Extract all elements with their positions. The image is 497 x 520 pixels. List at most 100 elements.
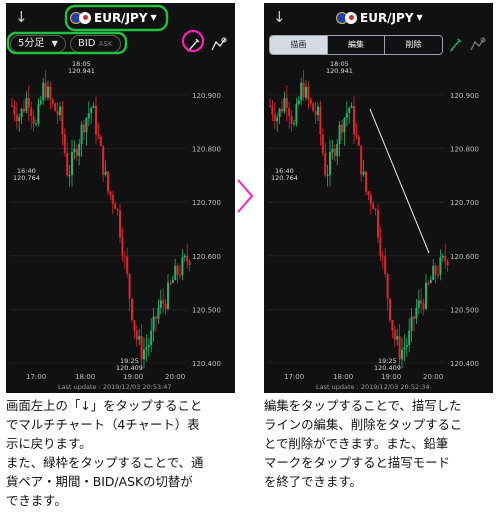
candle-body: [341, 124, 343, 133]
candle-body: [273, 114, 276, 122]
candle-body: [365, 171, 367, 192]
candle-body: [317, 106, 319, 116]
candle-body: [408, 330, 411, 345]
candle-body: [307, 86, 310, 100]
currency-pair-selector[interactable]: EUR/JPY ▼: [336, 8, 423, 27]
candle-body: [367, 191, 370, 195]
candle-body: [434, 265, 437, 275]
chart-canvas: 120.900 120.800 120.700 120.600 120.500 120.4…: [268, 60, 479, 391]
dropdown-caret-icon: ▼: [416, 13, 423, 22]
candle-body: [278, 108, 281, 118]
candle-body: [389, 298, 391, 321]
candle-body: [326, 174, 329, 176]
candle-body: [350, 105, 353, 108]
low2-price-label: 120.409: [374, 364, 401, 372]
top-bar: ↓ EUR/JPY ▼: [264, 3, 493, 33]
candle-body: [309, 99, 312, 104]
x-tick-label: 18:00: [333, 373, 353, 381]
candle-body: [369, 194, 372, 204]
candle-body: [319, 106, 322, 135]
y-tick-label: 120.700: [450, 199, 479, 207]
right-caption: 編集をタップすることで、描写した ラインの編集、削除をタップするこ とで削除がで…: [264, 398, 463, 489]
candle-body: [355, 134, 358, 137]
candle-body: [415, 307, 418, 319]
candle-body: [439, 257, 442, 275]
left-caption: 画面左上の「↓」をタップすること でマルチチャート（4チャート）表 示に戻ります…: [6, 398, 204, 508]
candle-body: [276, 117, 279, 122]
right-screenshot: ↓ EUR/JPY ▼ 描画 編集 削除 120.900 120.800 120.7…: [264, 3, 493, 393]
candle-body: [285, 97, 288, 108]
candle-body: [425, 282, 427, 309]
candle-body: [295, 103, 298, 124]
candle-body: [405, 344, 408, 348]
candle-body: [338, 124, 341, 144]
candle-body: [396, 336, 399, 340]
candle-body: [305, 86, 307, 98]
candle-body: [429, 279, 432, 284]
x-tick-label: 19:00: [381, 373, 401, 381]
y-tick-label: 120.400: [450, 360, 479, 368]
candle-body: [290, 115, 293, 125]
candle-body: [336, 143, 339, 157]
currency-pair-label: EUR/JPY: [360, 10, 414, 25]
y-tick-label: 120.600: [450, 253, 479, 261]
candle-body: [314, 111, 317, 116]
pair-highlight-box: [64, 4, 169, 32]
pencil-highlight-circle: [181, 29, 205, 53]
candle-body: [417, 300, 420, 308]
y-tick-label: 120.900: [450, 92, 479, 100]
candle-body: [413, 316, 415, 319]
x-tick-label: 20:00: [423, 373, 443, 381]
candle-body: [381, 255, 384, 257]
candle-body: [360, 145, 363, 175]
draw-mode-tabs: 描画 編集 削除: [269, 35, 443, 55]
candle-body: [321, 134, 324, 153]
candle-body: [324, 152, 327, 176]
tab-draw[interactable]: 描画: [270, 36, 327, 54]
candle-body: [384, 256, 387, 275]
candle-body: [362, 171, 365, 175]
candle-body: [391, 320, 394, 331]
candle-body: [343, 118, 346, 133]
candle-body: [398, 336, 401, 360]
drawing-tool-icon[interactable]: [469, 36, 489, 52]
low1-price-label: 120.764: [271, 174, 298, 182]
back-arrow-icon[interactable]: ↓: [273, 8, 286, 26]
tab-delete[interactable]: 削除: [384, 36, 442, 54]
candle-body: [372, 203, 375, 209]
last-update-label: Last update : 2019/12/03 20:52:34: [316, 383, 430, 391]
x-tick-label: 17:00: [284, 373, 304, 381]
candle-body: [331, 148, 334, 152]
candle-body: [288, 107, 291, 116]
candle-body: [410, 316, 413, 331]
candle-body: [401, 349, 403, 360]
tab-edit[interactable]: 編集: [326, 36, 385, 54]
candle-body: [379, 237, 382, 256]
candle-body: [297, 100, 300, 104]
candle-body: [312, 103, 315, 112]
candle-body: [353, 105, 355, 135]
candle-body: [420, 300, 423, 304]
pencil-icon[interactable]: [448, 36, 464, 52]
candle-body: [293, 123, 295, 125]
candle-body: [281, 108, 283, 112]
candle-body: [345, 113, 348, 119]
candle-body: [422, 303, 425, 309]
eur-jpy-flag-icon: [336, 11, 357, 24]
y-tick-label: 120.500: [450, 306, 479, 314]
candle-body: [329, 151, 331, 175]
candle-body: [386, 274, 389, 299]
candle-body: [446, 261, 449, 266]
y-tick-label: 120.800: [450, 146, 479, 154]
candle-body: [403, 347, 406, 350]
candle-body: [333, 148, 336, 157]
candle-body: [437, 274, 439, 276]
candle-body: [269, 105, 271, 107]
candle-body: [300, 82, 303, 101]
candle-body: [374, 208, 377, 211]
period-bid-highlight-box: [6, 31, 128, 55]
candle-body: [377, 210, 379, 238]
candlestick-chart[interactable]: 120.900 120.800 120.700 120.600 120.500 120.4…: [264, 57, 493, 393]
candle-body: [393, 330, 396, 340]
candle-body: [441, 255, 444, 258]
